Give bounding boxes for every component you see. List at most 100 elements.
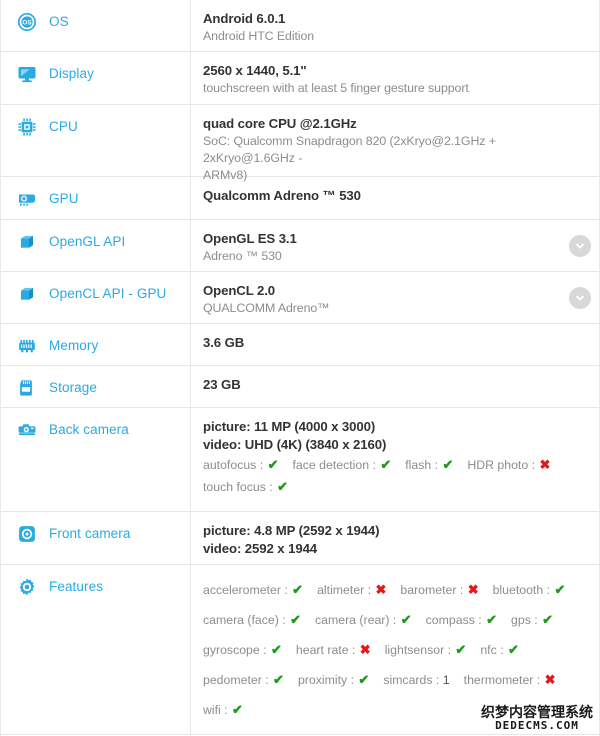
feature-item: camera (face) : ✔: [203, 605, 301, 635]
display-touch-info: touchscreen with at least 5 finger gestu…: [203, 81, 469, 95]
feature-value: ✔: [542, 612, 554, 627]
feature-name: heart rate :: [295, 643, 359, 657]
gpu-card-icon: [17, 188, 43, 210]
device-spec-sheet: OS OS Android 6.0.1 Android HTC Edition …: [0, 0, 600, 736]
feature-line: autofocus : ✔ face detection : ✔ flash : ✔…: [203, 454, 565, 476]
feature-value: ✔: [486, 612, 498, 627]
os-version: Android 6.0.1: [203, 11, 286, 26]
row-value-front-camera: picture: 4.8 MP (2592 x 1944) video: 259…: [191, 512, 599, 564]
opengl-version: OpenGL ES 3.1: [203, 231, 297, 246]
feature-value: ✔: [273, 672, 284, 687]
os-icon: OS: [17, 11, 43, 33]
row-label-opencl-api-gpu: OpenCL API - GPU: [1, 272, 191, 323]
feature-item: face detection : ✔: [292, 454, 391, 476]
row-label-text: Storage: [49, 380, 97, 395]
feature-item: proximity : ✔: [298, 665, 369, 695]
feature-line: accelerometer : ✔ altimeter : ✖ barometer …: [203, 575, 579, 605]
feature-value: ✖: [467, 582, 479, 597]
front-camera-video: video: 2592 x 1944: [203, 541, 318, 556]
row-value-opencl-api-gpu: OpenCL 2.0 QUALCOMM Adreno™: [191, 272, 599, 323]
spec-row-opencl-api-gpu: OpenCL API - GPU OpenCL 2.0 QUALCOMM Adr…: [1, 272, 599, 324]
feature-name: autofocus :: [203, 458, 267, 472]
cube-icon: [17, 283, 43, 305]
feature-item: camera (rear) : ✔: [315, 605, 412, 635]
row-label-text: OpenGL API: [49, 234, 126, 249]
feature-item: altimeter : ✖: [317, 575, 386, 605]
expand-opengl-chevron-down-icon[interactable]: [569, 234, 591, 257]
feature-name: gyroscope :: [203, 643, 270, 657]
feature-value: ✖: [359, 642, 371, 657]
row-label-text: Front camera: [49, 526, 131, 541]
memory-ram-icon: [17, 335, 43, 357]
camera-icon: [17, 419, 43, 441]
spec-row-back-camera: Back camera picture: 11 MP (4000 x 3000)…: [1, 408, 599, 512]
row-value-display: 2560 x 1440, 5.1" touchscreen with at le…: [191, 52, 599, 104]
spec-row-display: Display 2560 x 1440, 5.1" touchscreen wi…: [1, 52, 599, 105]
row-label-text: OS: [49, 14, 69, 29]
feature-item: autofocus : ✔: [203, 454, 278, 476]
row-label-front-camera: Front camera: [1, 512, 191, 564]
row-value-gpu: Qualcomm Adreno ™ 530: [191, 177, 599, 219]
feature-name: wifi :: [203, 703, 232, 717]
back-camera-picture: picture: 11 MP (4000 x 3000): [203, 419, 376, 434]
feature-name: proximity :: [297, 673, 358, 687]
feature-line: gyroscope : ✔ heart rate : ✖ lightsensor :…: [203, 635, 579, 665]
feature-name: simcards :: [383, 673, 443, 687]
feature-value: ✔: [455, 642, 467, 657]
feature-item: accelerometer : ✔: [203, 575, 303, 605]
feature-item: flash : ✔: [405, 454, 453, 476]
row-label-text: Back camera: [49, 422, 129, 437]
feature-name: camera (rear) :: [315, 613, 400, 627]
feature-name: bluetooth :: [492, 583, 554, 597]
row-label-display: Display: [1, 52, 191, 104]
row-label-text: Display: [49, 66, 94, 81]
row-value-cpu: quad core CPU @2.1GHz SoC: Qualcomm Snap…: [191, 105, 599, 182]
feature-value: ✔: [358, 672, 370, 687]
feature-value: ✔: [554, 582, 566, 597]
back-camera-feature-list: autofocus : ✔ face detection : ✔ flash : ✔…: [203, 454, 565, 498]
row-value-memory: 3.6 GB: [191, 324, 599, 365]
row-label-opengl-api: OpenGL API: [1, 220, 191, 271]
feature-value: ✔: [380, 457, 392, 472]
cpu-clock: quad core CPU @2.1GHz: [203, 116, 357, 131]
feature-name: nfc :: [480, 643, 507, 657]
monitor-icon: [17, 63, 43, 85]
display-resolution: 2560 x 1440, 5.1": [203, 63, 307, 78]
row-label-back-camera: Back camera: [1, 408, 191, 511]
row-label-text: Features: [49, 579, 104, 594]
feature-name: altimeter :: [317, 583, 375, 597]
feature-name: touch focus :: [203, 480, 277, 494]
feature-value: ✖: [539, 457, 551, 472]
feature-value: 1: [442, 673, 450, 687]
gpu-model: Qualcomm Adreno ™ 530: [203, 188, 361, 203]
feature-name: camera (face) :: [203, 613, 290, 627]
row-label-features: Features: [1, 565, 191, 734]
row-label-text: Memory: [49, 338, 99, 353]
feature-value: ✔: [232, 702, 243, 717]
row-value-os: Android 6.0.1 Android HTC Edition: [191, 0, 599, 51]
feature-name: thermometer :: [463, 673, 544, 687]
feature-name: lightsensor :: [384, 643, 455, 657]
feature-line: wifi : ✔: [203, 695, 579, 725]
svg-text:OS: OS: [22, 20, 32, 27]
cpu-soc-line1: SoC: Qualcomm Snapdragon 820 (2xKryo@2.1…: [203, 134, 496, 165]
feature-item: gps : ✔: [511, 605, 553, 635]
feature-item: gyroscope : ✔: [203, 635, 282, 665]
feature-value: ✔: [292, 582, 304, 597]
os-edition: Android HTC Edition: [203, 29, 315, 43]
feature-value: ✔: [277, 479, 289, 494]
feature-name: gps :: [511, 613, 542, 627]
spec-row-opengl-api: OpenGL API OpenGL ES 3.1 Adreno ™ 530: [1, 220, 599, 272]
feature-name: pedometer :: [203, 673, 273, 687]
feature-name: HDR photo :: [467, 458, 539, 472]
feature-name: barometer :: [400, 583, 467, 597]
feature-value: ✔: [267, 457, 279, 472]
feature-name: flash :: [405, 458, 442, 472]
expand-opencl-chevron-down-icon[interactable]: [569, 286, 591, 309]
feature-value: ✔: [400, 612, 412, 627]
spec-row-front-camera: Front camera picture: 4.8 MP (2592 x 194…: [1, 512, 599, 565]
spec-row-gpu: GPU Qualcomm Adreno ™ 530: [1, 177, 599, 220]
feature-item: bluetooth : ✔: [493, 575, 566, 605]
row-label-text: OpenCL API - GPU: [49, 286, 167, 301]
sd-card-icon: [17, 377, 43, 399]
